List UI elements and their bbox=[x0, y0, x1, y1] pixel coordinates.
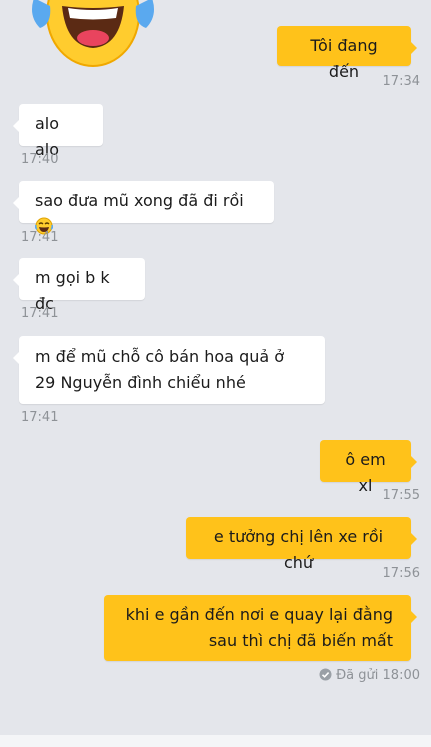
message-bubble[interactable]: Tôi đang đến bbox=[277, 26, 417, 81]
bottom-edge bbox=[0, 735, 431, 747]
message-bubble[interactable]: m để mũ chỗ cô bán hoa quả ở 29 Nguyễn đ… bbox=[13, 336, 325, 404]
message-timestamp: 17:56 bbox=[382, 566, 420, 581]
message-bubble[interactable]: sao đưa mũ xong đã đi rồi bbox=[13, 181, 274, 235]
message-timestamp: 17:34 bbox=[382, 74, 420, 89]
message-timestamp: 17:41 bbox=[21, 230, 59, 245]
message-timestamp: 17:41 bbox=[21, 410, 59, 425]
message-text: khi e gần đến nơi e quay lại đằng sau th… bbox=[125, 605, 393, 650]
message-bubble[interactable]: alo alo bbox=[13, 104, 103, 159]
message-timestamp: 17:40 bbox=[21, 152, 59, 167]
message-timestamp: 17:55 bbox=[382, 488, 420, 503]
sent-label: Đã gửi bbox=[336, 668, 379, 683]
message-timestamp: 18:00 bbox=[382, 668, 420, 683]
tears-of-joy-emoji-icon bbox=[32, 0, 154, 67]
message-bubble[interactable]: m gọi b k đc bbox=[13, 258, 145, 313]
message-status: Đã gửi 18:00 bbox=[270, 668, 420, 684]
message-text: m để mũ chỗ cô bán hoa quả ở 29 Nguyễn đ… bbox=[35, 347, 285, 392]
message-bubble[interactable]: e tưởng chị lên xe rồi chứ bbox=[186, 517, 417, 572]
message-text: sao đưa mũ xong đã đi rồi bbox=[35, 191, 244, 210]
checkmark-circle-icon bbox=[319, 668, 332, 681]
message-timestamp: 17:41 bbox=[21, 306, 59, 321]
message-bubble[interactable]: khi e gần đến nơi e quay lại đằng sau th… bbox=[104, 595, 417, 661]
message-bubble[interactable]: ô em xl bbox=[320, 440, 417, 495]
